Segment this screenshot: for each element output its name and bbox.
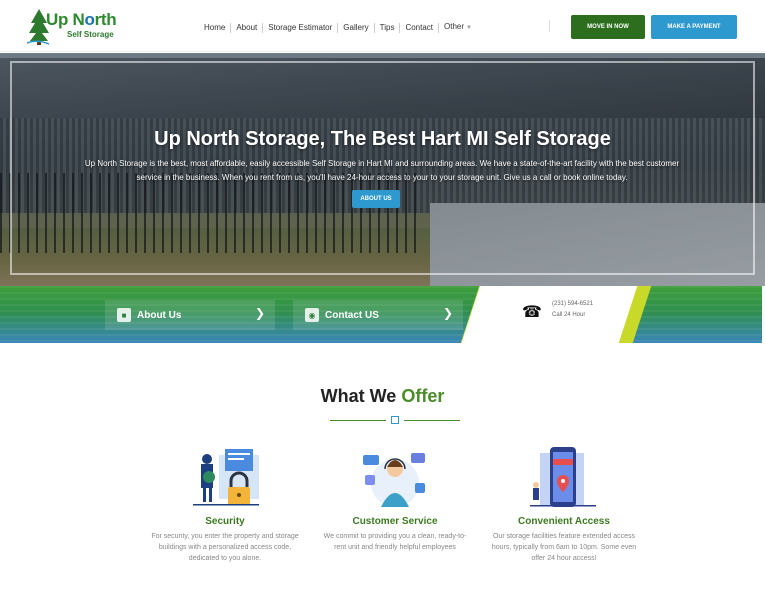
- nav-tips[interactable]: Tips: [375, 22, 401, 33]
- about-us-button[interactable]: ABOUT US: [352, 190, 400, 208]
- main-nav: Home About Storage Estimator Gallery Tip…: [199, 22, 477, 33]
- camera-icon: ◉: [305, 308, 319, 322]
- convenient-access-illustration: [524, 447, 604, 509]
- customer-service-illustration: [355, 447, 435, 509]
- feature-title: Security: [205, 516, 245, 527]
- logo-title: Up North: [46, 10, 117, 29]
- section-title-accent: Offer: [401, 386, 445, 406]
- feature-title: Convenient Access: [518, 516, 610, 527]
- contact-us-card-label: Contact US: [325, 309, 379, 321]
- location-phone-icon: [530, 447, 596, 507]
- feature-description: For security, you enter the property and…: [151, 533, 299, 562]
- about-us-card-label: About Us: [137, 309, 182, 321]
- about-us-card[interactable]: ■ About Us ❯: [105, 300, 275, 330]
- feature-security: Security For security, you enter the pro…: [150, 447, 300, 564]
- hero-description: Up North Storage is the best, most affor…: [84, 159, 680, 182]
- hero-title: Up North Storage, The Best Hart MI Self …: [154, 128, 611, 150]
- chevron-right-icon: ❯: [442, 306, 453, 320]
- header-divider: [549, 20, 550, 32]
- padlock-icon: [193, 449, 259, 506]
- site-header: Up North Self Storage Home About Storage…: [0, 0, 765, 52]
- chevron-right-icon: ❯: [254, 306, 265, 320]
- phone-number[interactable]: (231) 594-6521: [552, 301, 593, 307]
- feature-convenient-access: Convenient Access Our storage facilities…: [489, 447, 639, 564]
- hero-banner: Up North Storage, The Best Hart MI Self …: [0, 53, 765, 286]
- make-payment-button[interactable]: MAKE A PAYMENT: [651, 15, 737, 39]
- call-24-hour-label: Call 24 Hour: [552, 312, 586, 318]
- security-illustration: [185, 447, 265, 509]
- nav-other-label: Other: [444, 22, 465, 31]
- nav-storage-estimator[interactable]: Storage Estimator: [263, 22, 339, 33]
- feature-description: We commit to providing you a clean, read…: [323, 533, 467, 551]
- nav-contact[interactable]: Contact: [400, 22, 440, 33]
- nav-about[interactable]: About: [231, 22, 264, 33]
- nav-gallery[interactable]: Gallery: [338, 22, 375, 33]
- person-icon: ■: [117, 308, 131, 322]
- call-panel: [461, 286, 640, 343]
- quick-links-bar: ■ About Us ❯ ◉ Contact US ❯: [0, 286, 762, 343]
- feature-description: Our storage facilities feature extended …: [491, 533, 637, 562]
- feature-title: Customer Service: [352, 516, 438, 527]
- feature-customer-service: Customer Service We commit to providing …: [320, 447, 470, 553]
- support-agent-icon: [363, 453, 425, 507]
- section-title-main: What We: [320, 386, 402, 406]
- section-divider: [330, 416, 460, 424]
- contact-us-card[interactable]: ◉ Contact US ❯: [293, 300, 463, 330]
- phone-icon[interactable]: ☎: [522, 302, 544, 321]
- section-title: What We Offer: [0, 386, 765, 407]
- move-in-button[interactable]: MOVE IN NOW: [571, 15, 645, 39]
- logo-subtitle: Self Storage: [67, 30, 114, 39]
- nav-other[interactable]: Other ▼: [439, 22, 477, 33]
- chevron-down-icon: ▼: [466, 25, 472, 31]
- nav-home[interactable]: Home: [199, 22, 232, 33]
